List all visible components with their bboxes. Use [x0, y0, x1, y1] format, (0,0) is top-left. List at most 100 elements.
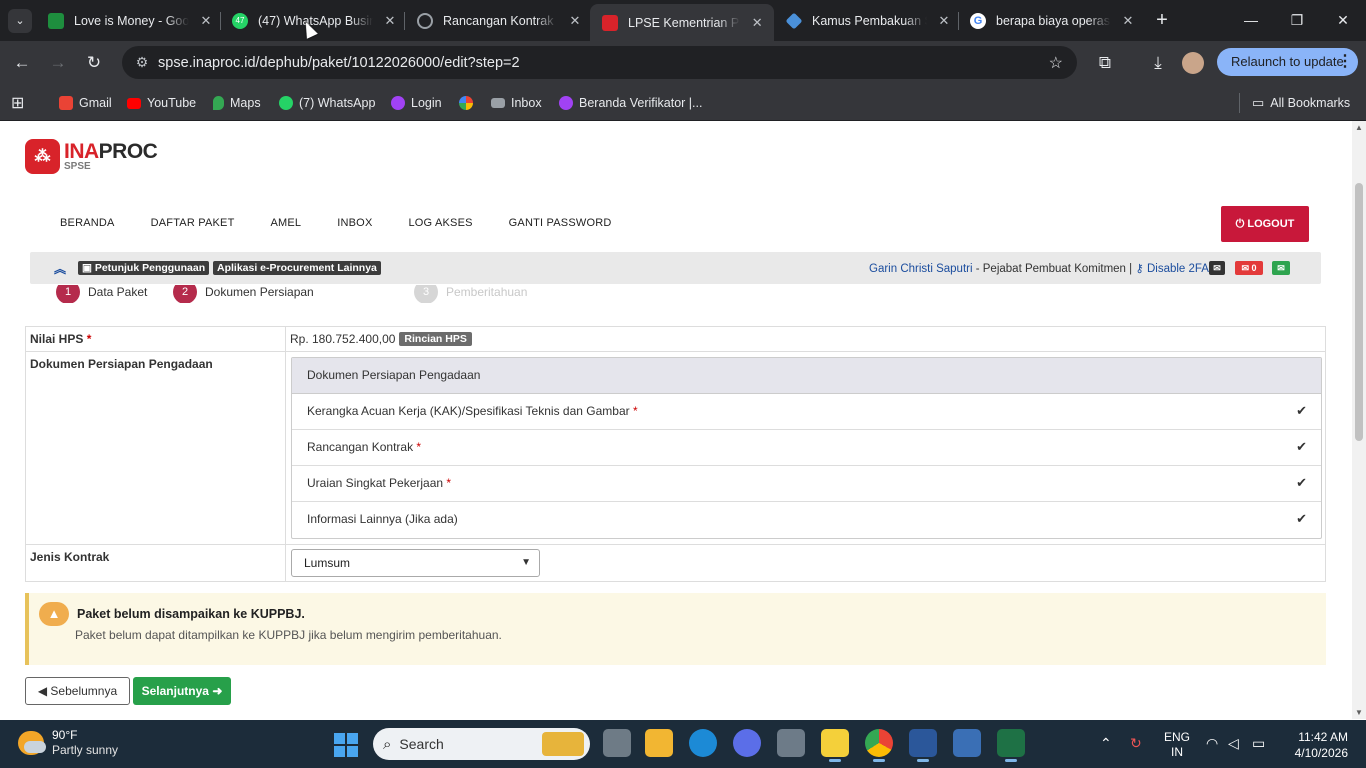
scroll-up-arrow-icon[interactable]: ▲: [1354, 123, 1364, 132]
nav-beranda[interactable]: BERANDA: [60, 217, 115, 229]
copilot-icon[interactable]: [733, 729, 761, 757]
value-nilai-hps: Rp. 180.752.400,00 Rincian HPS: [286, 327, 1325, 351]
update-icon[interactable]: ↻: [1130, 735, 1142, 752]
selanjutnya-button[interactable]: Selanjutnya ➜: [133, 677, 231, 705]
chevron-up-icon[interactable]: ⌃: [1100, 735, 1112, 752]
check-icon: ✔: [1296, 511, 1307, 526]
bookmark-gmail[interactable]: Gmail: [59, 93, 112, 113]
battery-icon[interactable]: ▭: [1252, 735, 1265, 752]
nav-inbox[interactable]: INBOX: [337, 217, 372, 229]
weather-widget[interactable]: 90°F Partly sunny: [18, 728, 118, 758]
extensions-icon[interactable]: ⧉: [1092, 50, 1118, 76]
word-icon[interactable]: [909, 729, 937, 762]
wifi-icon[interactable]: ◠: [1206, 735, 1218, 752]
nav-daftar-paket[interactable]: DAFTAR PAKET: [151, 217, 235, 229]
reload-button[interactable]: ↻: [81, 50, 107, 76]
tab-google-search[interactable]: G berapa biaya operasi ✕: [958, 5, 1145, 36]
all-bookmarks[interactable]: ▭ All Bookmarks: [1239, 93, 1350, 113]
excel-icon[interactable]: [997, 729, 1025, 762]
step-number: 3: [414, 285, 438, 303]
double-chevron-up-icon[interactable]: ︽: [54, 260, 66, 277]
bookmark-youtube[interactable]: YouTube: [127, 93, 196, 113]
scrollbar-thumb[interactable]: [1355, 183, 1363, 441]
forward-button[interactable]: →: [45, 50, 71, 76]
inbox-count-badge[interactable]: ✉ 0: [1235, 261, 1263, 275]
language-indicator[interactable]: ENG IN: [1164, 730, 1190, 760]
bookmark-inbox[interactable]: Inbox: [491, 93, 542, 113]
button-label: Selanjutnya: [141, 684, 209, 698]
sticky-notes-icon[interactable]: [821, 729, 849, 762]
windows-start-button[interactable]: [334, 733, 358, 757]
scroll-down-arrow-icon[interactable]: ▼: [1354, 708, 1364, 717]
rincian-hps-button[interactable]: Rincian HPS: [399, 332, 472, 346]
taskbar-search[interactable]: ⌕ Search: [373, 728, 590, 760]
edge-icon[interactable]: [689, 729, 717, 757]
camera-icon[interactable]: [777, 729, 805, 757]
volume-icon[interactable]: ◁: [1228, 735, 1239, 752]
arrow-left-circle-icon: ◀: [37, 684, 51, 698]
bookmark-maps[interactable]: Maps: [213, 93, 261, 113]
jenis-kontrak-select[interactable]: Lumsum ▼: [291, 549, 540, 577]
bookmark-login[interactable]: Login: [391, 93, 442, 113]
apps-grid-icon[interactable]: ⊞: [11, 93, 24, 113]
task-view-icon[interactable]: [603, 729, 631, 757]
petunjuk-penggunaan-link[interactable]: ▣ Petunjuk Penggunaan: [78, 261, 210, 275]
link-label: Petunjuk Penggunaan: [94, 262, 206, 274]
bookmark-label: Maps: [230, 96, 261, 110]
alert-title: Paket belum disampaikan ke KUPPBJ.: [77, 607, 305, 621]
tab-love-is-money[interactable]: Love is Money - Goo ✕: [36, 5, 223, 36]
page-scrollbar[interactable]: ▲ ▼: [1352, 121, 1366, 719]
maximize-button[interactable]: ❐: [1282, 8, 1312, 32]
user-name[interactable]: Garin Christi Saputri: [869, 263, 973, 275]
nav-amel[interactable]: AMEL: [270, 217, 301, 229]
tab-rancangan-kontrak[interactable]: Rancangan Kontrak P ✕: [405, 5, 592, 36]
chrome-icon[interactable]: [865, 729, 893, 762]
dok-item-rancangan-kontrak[interactable]: Rancangan Kontrak * ✔: [292, 430, 1321, 466]
minimize-button[interactable]: —: [1236, 8, 1266, 32]
address-bar[interactable]: ⚙ spse.inaproc.id/dephub/paket/101220260…: [122, 46, 1077, 79]
profile-avatar[interactable]: [1182, 52, 1204, 74]
tab-search-button[interactable]: ⌄: [8, 9, 32, 33]
step-data-paket[interactable]: 1 Data Paket: [56, 285, 147, 303]
bookmark-star-icon[interactable]: ☆: [1049, 53, 1063, 73]
close-icon[interactable]: ✕: [937, 13, 951, 29]
window-close-button[interactable]: ✕: [1328, 8, 1358, 32]
close-icon[interactable]: ✕: [750, 15, 764, 31]
bookmark-whatsapp[interactable]: (7) WhatsApp: [279, 93, 375, 113]
tab-kamus-pembakuan[interactable]: Kamus Pembakuan St ✕: [774, 5, 961, 36]
dok-item-kak[interactable]: Kerangka Acuan Kerja (KAK)/Spesifikasi T…: [292, 394, 1321, 430]
close-icon[interactable]: ✕: [1121, 13, 1135, 29]
globe-icon: [417, 12, 433, 29]
aplikasi-eproc-link[interactable]: Aplikasi e-Procurement Lainnya: [213, 261, 381, 275]
site-icon: [559, 96, 573, 110]
dok-item-uraian-singkat[interactable]: Uraian Singkat Pekerjaan * ✔: [292, 466, 1321, 502]
weather-temp: 90°F: [52, 728, 78, 742]
bookmark-photos[interactable]: [459, 93, 479, 113]
open-mail-icon[interactable]: ✉: [1272, 261, 1290, 275]
back-button[interactable]: ←: [9, 50, 35, 76]
disable-2fa-link[interactable]: ⚷ Disable 2FA: [1135, 263, 1209, 275]
dok-item-informasi-lainnya[interactable]: Informasi Lainnya (Jika ada) ✔: [292, 502, 1321, 538]
nav-log-akses[interactable]: LOG AKSES: [408, 217, 472, 229]
tab-lpse[interactable]: LPSE Kementrian Perh ✕: [590, 4, 774, 41]
close-icon[interactable]: ✕: [383, 13, 397, 29]
taskbar-clock[interactable]: 11:42 AM 4/10/2026: [1290, 729, 1348, 761]
close-icon[interactable]: ✕: [568, 13, 582, 29]
close-icon[interactable]: ✕: [199, 13, 213, 29]
file-explorer-icon[interactable]: [645, 729, 673, 757]
wizard-steps: 1 Data Paket 2 Dokumen Persiapan 3 Pemberit…: [56, 285, 556, 303]
inaproc-logo[interactable]: ⁂ INAPROC SPSE: [25, 138, 158, 174]
sebelumnya-button[interactable]: ◀ Sebelumnya: [25, 677, 130, 705]
site-info-icon[interactable]: ⚙: [132, 54, 152, 71]
logout-button[interactable]: ⏻ LOGOUT: [1221, 206, 1309, 242]
step-pemberitahuan[interactable]: 3 Pemberitahuan: [414, 285, 527, 303]
nav-ganti-password[interactable]: GANTI PASSWORD: [509, 217, 612, 229]
menu-kebab-icon[interactable]: ⋮: [1336, 48, 1354, 76]
mail-icon[interactable]: ✉: [1209, 261, 1225, 275]
calculator-icon[interactable]: [953, 729, 981, 757]
download-icon[interactable]: ⤓: [1145, 50, 1171, 76]
new-tab-button[interactable]: +: [1150, 8, 1174, 32]
step-dokumen-persiapan[interactable]: 2 Dokumen Persiapan: [173, 285, 314, 303]
bookmark-beranda-verifikator[interactable]: Beranda Verifikator |...: [559, 93, 702, 113]
bookmark-label: YouTube: [147, 96, 197, 110]
